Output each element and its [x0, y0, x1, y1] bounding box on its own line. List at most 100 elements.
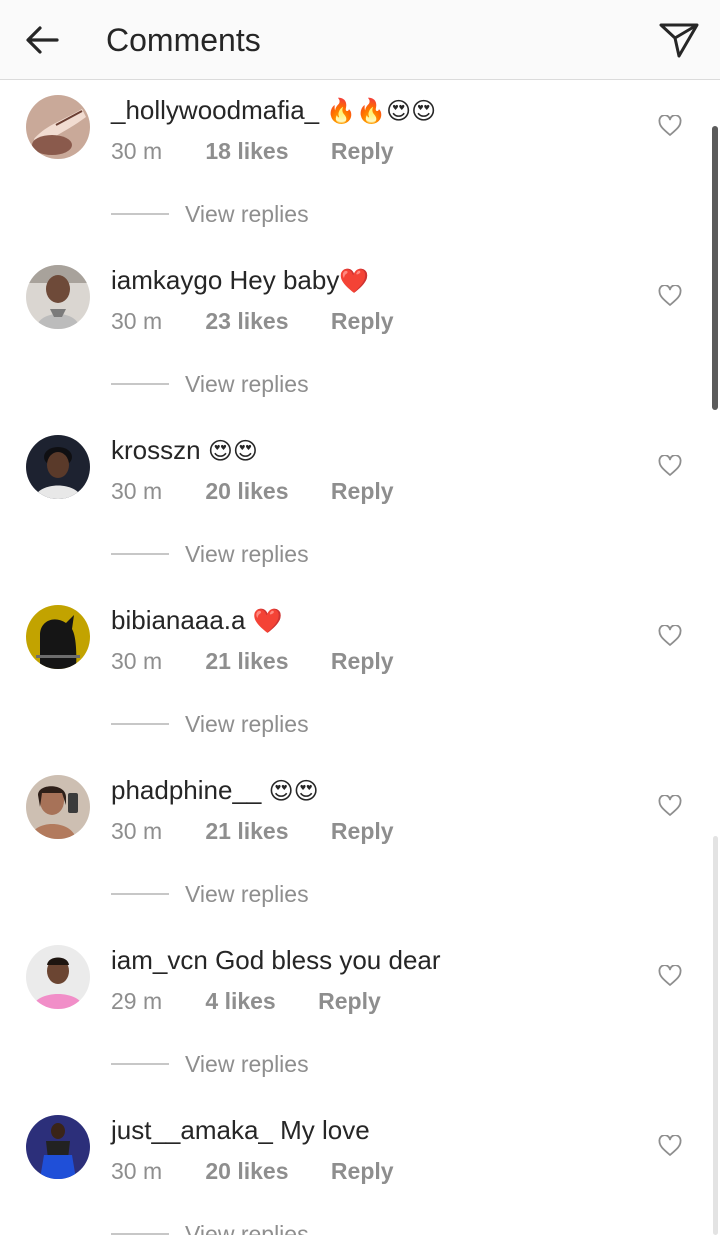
view-replies-button[interactable]: View replies — [111, 197, 309, 231]
comment-meta: 30 m 18 likes Reply — [111, 135, 394, 167]
scrollbar-track[interactable] — [713, 836, 718, 1235]
view-replies-divider — [111, 723, 169, 725]
like-button[interactable] — [654, 621, 686, 651]
comment-meta: 29 m 4 likes Reply — [111, 985, 381, 1017]
comments-header: Comments — [0, 0, 720, 80]
heart-icon — [658, 625, 682, 646]
view-replies-label: View replies — [185, 370, 309, 397]
comment-username[interactable]: phadphine__ — [111, 775, 261, 805]
comments-list[interactable]: _hollywoodmafia_ 🔥🔥😍😍 30 m 18 likes Repl… — [0, 81, 720, 1235]
comment-item: phadphine__ 😍😍 30 m 21 likes Reply View … — [0, 761, 720, 931]
comment-time: 30 m — [111, 138, 163, 164]
view-replies-button[interactable]: View replies — [111, 1217, 309, 1235]
reply-button[interactable]: Reply — [331, 135, 394, 167]
comment-username[interactable]: iamkaygo — [111, 265, 222, 295]
heart-icon — [658, 965, 682, 986]
comment-username[interactable]: bibianaaa.a — [111, 605, 245, 635]
view-replies-label: View replies — [185, 1220, 309, 1235]
comment-meta: 30 m 23 likes Reply — [111, 305, 394, 337]
comment-line: phadphine__ 😍😍 — [111, 771, 319, 811]
view-replies-divider — [111, 1063, 169, 1065]
comment-item: bibianaaa.a ❤️ 30 m 21 likes Reply View … — [0, 591, 720, 761]
comment-username[interactable]: _hollywoodmafia_ — [111, 95, 319, 125]
view-replies-divider — [111, 383, 169, 385]
comment-emoji: ❤️ — [339, 268, 370, 295]
likes-count[interactable]: 20 likes — [205, 475, 288, 507]
comment-line: bibianaaa.a ❤️ — [111, 601, 283, 641]
view-replies-label: View replies — [185, 880, 309, 907]
view-replies-button[interactable]: View replies — [111, 1047, 309, 1081]
view-replies-divider — [111, 893, 169, 895]
reply-button[interactable]: Reply — [331, 475, 394, 507]
comment-meta: 30 m 20 likes Reply — [111, 1155, 394, 1187]
reply-button[interactable]: Reply — [331, 1155, 394, 1187]
comment-item: _hollywoodmafia_ 🔥🔥😍😍 30 m 18 likes Repl… — [0, 81, 720, 251]
comment-username[interactable]: just__amaka_ — [111, 1115, 273, 1145]
comment-emoji: 🔥🔥😍😍 — [326, 98, 437, 125]
like-button[interactable] — [654, 281, 686, 311]
view-replies-divider — [111, 213, 169, 215]
avatar[interactable] — [26, 775, 90, 839]
paper-plane-icon — [659, 23, 699, 58]
like-button[interactable] — [654, 961, 686, 991]
comment-line: just__amaka_ My love — [111, 1111, 370, 1151]
comment-item: iam_vcn God bless you dear 29 m 4 likes … — [0, 931, 720, 1101]
comment-time: 30 m — [111, 308, 163, 334]
likes-count[interactable]: 21 likes — [205, 815, 288, 847]
reply-button[interactable]: Reply — [331, 815, 394, 847]
comment-line: iamkaygo Hey baby❤️ — [111, 261, 369, 301]
view-replies-button[interactable]: View replies — [111, 367, 309, 401]
likes-count[interactable]: 23 likes — [205, 305, 288, 337]
comment-time: 30 m — [111, 818, 163, 844]
avatar[interactable] — [26, 945, 90, 1009]
view-replies-button[interactable]: View replies — [111, 707, 309, 741]
avatar[interactable] — [26, 605, 90, 669]
reply-button[interactable]: Reply — [331, 645, 394, 677]
comment-item: just__amaka_ My love 30 m 20 likes Reply… — [0, 1101, 720, 1235]
view-replies-label: View replies — [185, 540, 309, 567]
heart-icon — [658, 795, 682, 816]
comment-username[interactable]: krosszn — [111, 435, 201, 465]
like-button[interactable] — [654, 111, 686, 141]
comment-time: 30 m — [111, 648, 163, 674]
reply-button[interactable]: Reply — [331, 305, 394, 337]
comment-line: krosszn 😍😍 — [111, 431, 258, 471]
comment-time: 29 m — [111, 988, 163, 1014]
likes-count[interactable]: 20 likes — [205, 1155, 288, 1187]
comment-time: 30 m — [111, 1158, 163, 1184]
share-button[interactable] — [656, 18, 702, 62]
avatar[interactable] — [26, 265, 90, 329]
likes-count[interactable]: 21 likes — [205, 645, 288, 677]
comment-item: krosszn 😍😍 30 m 20 likes Reply View repl… — [0, 421, 720, 591]
comment-meta: 30 m 20 likes Reply — [111, 475, 394, 507]
comment-text: Hey baby — [229, 265, 340, 295]
avatar[interactable] — [26, 1115, 90, 1179]
view-replies-label: View replies — [185, 200, 309, 227]
comment-meta: 30 m 21 likes Reply — [111, 815, 394, 847]
comment-emoji: ❤️ — [252, 608, 283, 635]
arrow-left-icon — [26, 26, 59, 54]
avatar[interactable] — [26, 435, 90, 499]
back-button[interactable] — [20, 20, 64, 60]
like-button[interactable] — [654, 791, 686, 821]
reply-button[interactable]: Reply — [318, 985, 381, 1017]
view-replies-button[interactable]: View replies — [111, 877, 309, 911]
heart-icon — [658, 115, 682, 136]
view-replies-label: View replies — [185, 710, 309, 737]
likes-count[interactable]: 4 likes — [205, 985, 275, 1017]
comment-text: God bless you dear — [215, 945, 441, 975]
view-replies-label: View replies — [185, 1050, 309, 1077]
comment-emoji: 😍😍 — [268, 778, 319, 805]
comment-meta: 30 m 21 likes Reply — [111, 645, 394, 677]
heart-icon — [658, 285, 682, 306]
page-title: Comments — [106, 22, 261, 58]
avatar[interactable] — [26, 95, 90, 159]
likes-count[interactable]: 18 likes — [205, 135, 288, 167]
comment-emoji: 😍😍 — [207, 438, 258, 465]
like-button[interactable] — [654, 1131, 686, 1161]
comment-username[interactable]: iam_vcn — [111, 945, 208, 975]
scrollbar-thumb[interactable] — [712, 126, 718, 410]
view-replies-button[interactable]: View replies — [111, 537, 309, 571]
comment-item: iamkaygo Hey baby❤️ 30 m 23 likes Reply … — [0, 251, 720, 421]
like-button[interactable] — [654, 451, 686, 481]
